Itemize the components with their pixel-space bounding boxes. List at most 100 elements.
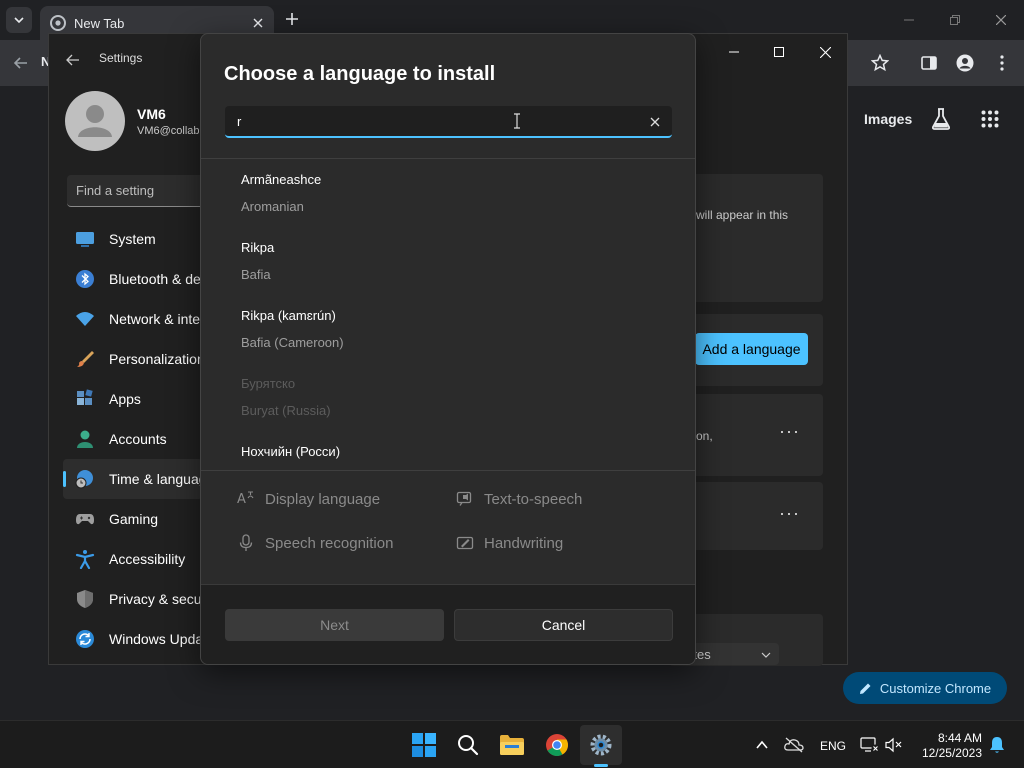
sidebar-item-windows-update[interactable]: Windows Update [63,619,203,659]
plus-icon [286,13,298,25]
globe-clock-icon [75,470,93,489]
sidebar-item-bluetooth[interactable]: Bluetooth & devices [63,259,203,299]
customize-chrome-button[interactable]: Customize Chrome [843,672,1007,704]
gamepad-icon [76,514,94,525]
language-option-chechen[interactable]: Нохчийн (Росси) [241,444,340,459]
language-native-name: Rikpa [241,240,275,255]
profile-icon [956,54,974,72]
start-button[interactable] [408,729,440,761]
bookmark-star-button[interactable] [865,48,895,78]
sidebar-item-time-language[interactable]: Time & language [63,459,203,499]
card-description: on, [696,429,713,443]
labs-button[interactable] [926,104,956,134]
pencil-icon [859,683,871,694]
arrow-left-icon [66,54,79,66]
language-search-input[interactable]: r [225,106,672,138]
sidebar-item-system[interactable]: System [63,219,203,259]
images-link[interactable]: Images [864,111,912,127]
chevron-down-icon [14,17,24,24]
tab-close-icon[interactable] [248,13,268,33]
user-email: VM6@collab [137,125,200,137]
cancel-button[interactable]: Cancel [454,609,673,641]
feature-label: Speech recognition [265,534,394,552]
tab-search-button[interactable] [6,7,32,33]
chrome-logo-icon [546,734,568,756]
feature-speech-recognition: Speech recognition [237,534,393,552]
search-icon [458,735,479,756]
language-english-name: Aromanian [241,199,304,214]
language-native-name: Rikpa (kamɛrún) [241,308,336,323]
apps-icon [77,389,93,405]
sidebar-item-accessibility[interactable]: Accessibility [63,539,203,579]
add-language-button[interactable]: Add a language [695,333,808,365]
user-name: VM6 [137,106,166,122]
feature-label: Display language [265,490,381,508]
google-apps-button[interactable] [975,104,1005,134]
settings-maximize-button[interactable] [764,42,794,62]
list-bottom-divider [201,470,695,471]
person-icon [77,430,93,448]
display-language-icon: A [237,491,254,507]
sidebar-item-privacy[interactable]: Privacy & security [63,579,203,619]
chrome-taskbar-button[interactable] [541,729,573,761]
chrome-restore-button[interactable] [932,6,978,34]
sidebar-item-gaming[interactable]: Gaming [63,499,203,539]
sidebar-item-label: Privacy & security [109,591,203,607]
onedrive-button[interactable] [778,729,810,761]
settings-minimize-button[interactable] [719,42,749,62]
more-options-icon[interactable]: ··· [779,503,800,524]
profile-button[interactable] [950,48,980,78]
more-options-icon[interactable]: ··· [779,421,800,442]
language-option-bafia-cameroon[interactable]: Rikpa (kamɛrún) Bafia (Cameroon) [241,308,344,350]
new-tab-button[interactable] [282,9,302,29]
settings-close-button[interactable] [810,42,840,62]
restore-icon [950,15,960,25]
svg-text:A: A [237,492,246,507]
monitor-icon [76,232,94,247]
chrome-menu-button[interactable] [987,48,1017,78]
sidebar-item-personalization[interactable]: Personalization [63,339,203,379]
sidebar-item-accounts[interactable]: Accounts [63,419,203,459]
side-panel-button[interactable] [914,48,944,78]
card-description: will appear in this [696,208,789,222]
taskbar-search-button[interactable] [452,729,484,761]
taskbar-clock[interactable]: 8:44 AM 12/25/2023 [912,731,982,761]
more-vertical-icon [1000,55,1004,71]
chevron-up-icon [756,740,768,749]
settings-back-button[interactable] [63,50,83,70]
show-hidden-icons-button[interactable] [746,729,778,761]
sidebar-item-network[interactable]: Network & internet [63,299,203,339]
settings-taskbar-button[interactable] [585,729,617,761]
update-icon [76,630,94,648]
active-app-indicator [594,764,608,767]
language-option-aromanian[interactable]: Armãneashce Aromanian [241,172,321,214]
next-button[interactable]: Next [225,609,444,641]
sidebar-item-label: Time & language [109,471,203,487]
back-button[interactable] [6,48,36,78]
feature-text-to-speech: Text-to-speech [456,490,582,508]
language-english-name: Buryat (Russia) [241,403,331,418]
windows-logo-icon [412,733,436,757]
flask-icon [932,108,950,130]
chrome-logo-icon [50,15,66,31]
clear-search-button[interactable] [646,113,664,131]
arrow-left-icon [13,57,27,69]
sidebar-item-label: Accessibility [109,551,186,567]
bluetooth-icon [76,270,94,288]
language-native-name: Бурятско [241,376,296,391]
volume-button[interactable] [878,729,910,761]
language-option-bafia[interactable]: Rikpa Bafia [241,240,274,282]
sidebar-item-apps[interactable]: Apps [63,379,203,419]
chrome-minimize-button[interactable] [886,6,932,34]
close-icon [996,15,1006,25]
sidebar-item-label: Bluetooth & devices [109,271,203,287]
chrome-close-button[interactable] [978,6,1024,34]
input-language-indicator[interactable]: ENG [820,739,846,753]
notifications-button[interactable] [981,729,1013,761]
network-disconnected-icon [860,737,880,753]
gear-icon [590,734,612,756]
avatar[interactable] [65,91,125,151]
clock-time: 8:44 AM [937,731,982,745]
sidebar-item-label: Gaming [109,511,159,527]
file-explorer-button[interactable] [496,729,528,761]
